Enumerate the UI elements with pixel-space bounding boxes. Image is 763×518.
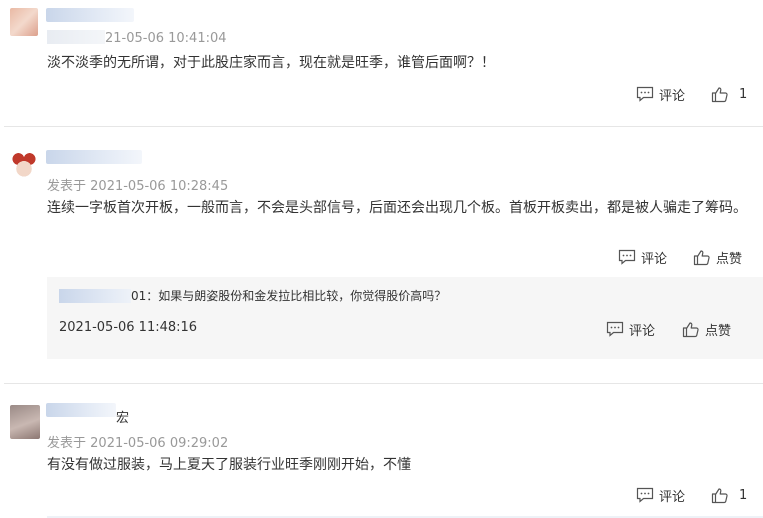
username-masked[interactable] [46, 150, 142, 164]
avatar[interactable] [10, 152, 38, 180]
masked-text [47, 30, 105, 44]
comment-button-label: 评论 [659, 88, 686, 104]
divider [4, 383, 763, 384]
like-count: 1 [739, 487, 748, 503]
comment-bubble-icon [636, 487, 654, 503]
thumbs-up-icon [693, 249, 710, 265]
comment-actions: 评论 点赞 [0, 247, 763, 267]
thumbs-up-icon [711, 86, 728, 102]
username-suffix[interactable]: 宏 [116, 407, 129, 426]
comment-button-label: 评论 [659, 489, 686, 505]
comment-item: 发表于 2021-05-06 10:28:45 连续一字板首次开板，一般而言，不… [0, 128, 763, 383]
comment-text: 淡不淡季的无所谓，对于此股庄家而言，现在就是旺季，谁管后面啊？！ [47, 55, 495, 71]
reply-date: 2021-05-06 11:48:16 [59, 320, 198, 335]
reply-content: ：如果与朗姿股份和金发拉比相比较，你觉得股价高吗？ [146, 289, 447, 303]
like-button[interactable]: 1 [711, 485, 747, 505]
like-button[interactable]: 点赞 [693, 247, 742, 267]
comment-meta: 发表于 2021-05-06 09:29:02 [47, 432, 228, 451]
comment-date: 2021-05-06 10:28:45 [90, 179, 229, 194]
like-button-label: 点赞 [716, 251, 743, 267]
comment-button[interactable]: 评论 [636, 485, 685, 505]
comment-button[interactable]: 评论 [636, 84, 685, 104]
thumbs-up-icon [711, 487, 728, 503]
comment-item: 21-05-06 10:41:04 淡不淡季的无所谓，对于此股庄家而言，现在就是… [0, 0, 763, 125]
posted-label: 发表于 [47, 436, 87, 451]
reply-like-button[interactable]: 点赞 [682, 319, 731, 339]
comment-bubble-icon [636, 86, 654, 102]
avatar[interactable] [10, 405, 40, 439]
thumbs-up-icon [682, 321, 699, 337]
username-masked[interactable] [46, 403, 116, 417]
reply-comment-label: 评论 [629, 323, 656, 339]
reply-username-masked[interactable] [59, 289, 131, 303]
reply-text: 01：如果与朗姿股份和金发拉比相比较，你觉得股价高吗？ [131, 287, 446, 304]
avatar[interactable] [10, 8, 38, 36]
comment-date: 2021-05-06 09:29:02 [90, 436, 229, 451]
comment-bubble-icon [606, 321, 624, 337]
comment-text: 有没有做过服装，马上夏天了服装行业旺季刚刚开始，不懂 [47, 457, 411, 473]
comment-actions: 评论 1 [0, 84, 763, 104]
comment-meta: 21-05-06 10:41:04 [47, 30, 227, 46]
comment-meta: 发表于 2021-05-06 10:28:45 [47, 175, 228, 194]
comment-actions: 评论 1 [0, 485, 763, 505]
comment-date: 21-05-06 10:41:04 [105, 31, 227, 46]
comment-text: 连续一字板首次开板，一般而言，不会是头部信号，后面还会出现几个板。首板开板卖出，… [47, 200, 747, 216]
reply-like-label: 点赞 [705, 323, 732, 339]
comment-button-label: 评论 [641, 251, 668, 267]
comment-item: 宏 发表于 2021-05-06 09:29:02 有没有做过服装，马上夏天了服… [0, 385, 763, 518]
comment-bubble-icon [618, 249, 636, 265]
username-masked[interactable] [46, 8, 134, 22]
divider [4, 126, 763, 127]
comment-button[interactable]: 评论 [618, 247, 667, 267]
like-count: 1 [739, 86, 748, 102]
reply-comment-button[interactable]: 评论 [606, 319, 655, 339]
reply-box: 01：如果与朗姿股份和金发拉比相比较，你觉得股价高吗？ 2021-05-06 1… [47, 277, 763, 359]
posted-label: 发表于 [47, 179, 87, 194]
reply-username-suffix[interactable]: 01 [131, 289, 146, 303]
like-button[interactable]: 1 [711, 84, 747, 104]
